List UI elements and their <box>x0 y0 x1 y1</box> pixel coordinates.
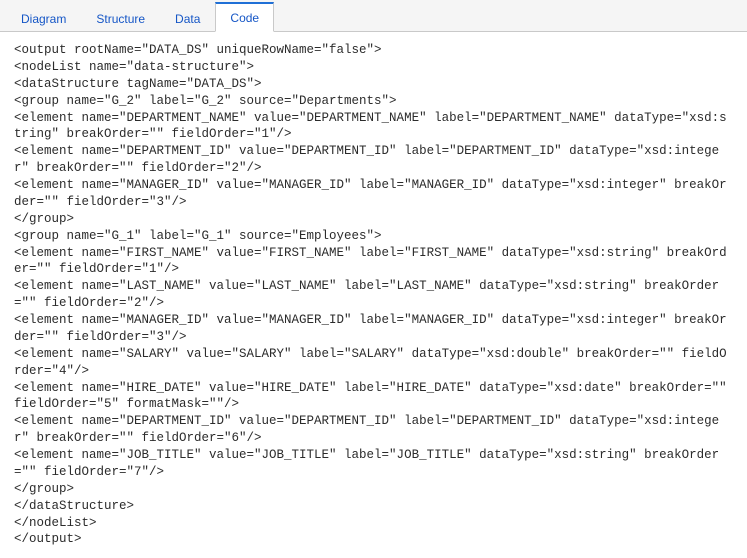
tab-data[interactable]: Data <box>160 4 215 32</box>
tab-bar: Diagram Structure Data Code <box>0 0 747 32</box>
tab-diagram[interactable]: Diagram <box>6 4 81 32</box>
tab-structure[interactable]: Structure <box>81 4 160 32</box>
tab-code[interactable]: Code <box>215 2 274 32</box>
code-view[interactable]: <output rootName="DATA_DS" uniqueRowName… <box>0 32 747 558</box>
